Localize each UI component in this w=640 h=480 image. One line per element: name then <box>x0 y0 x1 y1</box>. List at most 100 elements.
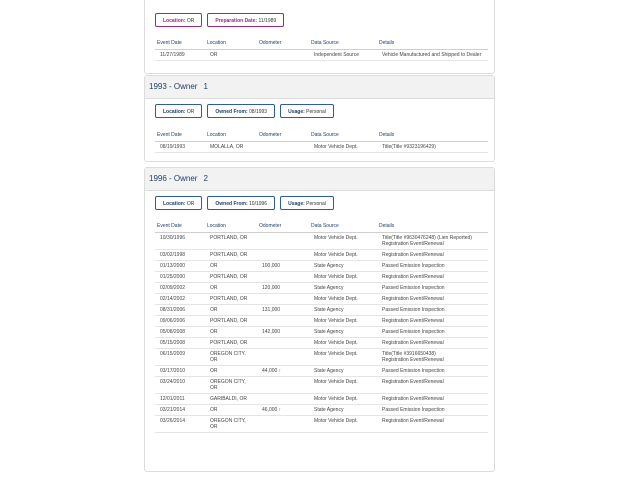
cell-odometer <box>257 49 309 61</box>
location-chip: Location: OR <box>155 104 203 118</box>
cell-details: Registration Event/Renewal <box>377 293 488 305</box>
cell-odometer <box>257 293 309 305</box>
cell-location: OREGON CITY, OR <box>205 415 257 433</box>
cell-data-source: Motor Vehicle Dept. <box>309 393 377 405</box>
table-row: 01/13/2000 OR 100,000 State Agency Passed Em… <box>155 260 488 272</box>
cell-details: Passed Emission Inspection <box>377 260 488 272</box>
table-row: 05/15/2008 PORTLAND, OR Motor Vehicle Dept… <box>155 337 488 349</box>
cell-event-date: 03/26/2014 <box>155 415 205 433</box>
cell-details: Passed Emission Inspection <box>377 365 488 377</box>
history-table: Event Date Location Odometer Data Source D… <box>155 129 488 153</box>
cell-odometer <box>257 348 309 366</box>
history-panel-manufacture: Location: OR Preparation Date: 11/1989 E… <box>144 0 495 74</box>
cell-location: OR <box>205 304 257 316</box>
table-row: 03/26/2014 OREGON CITY, OR Motor Vehicle D… <box>155 415 488 433</box>
cell-details: Passed Emission Inspection <box>377 326 488 338</box>
cell-data-source: State Agency <box>309 304 377 316</box>
cell-event-date: 01/25/2000 <box>155 271 205 283</box>
cell-location: OR <box>205 326 257 338</box>
cell-data-source: Motor Vehicle Dept. <box>309 293 377 305</box>
cell-odometer <box>257 337 309 349</box>
table-row: 03/24/2010 OREGON CITY, OR Motor Vehicle D… <box>155 376 488 394</box>
chip-row: Location: OR Owned From: 10/1996 Usage: … <box>155 196 334 210</box>
cell-data-source: State Agency <box>309 404 377 416</box>
cell-data-source: State Agency <box>309 282 377 294</box>
cell-odometer <box>257 376 309 394</box>
cell-data-source: Motor Vehicle Dept. <box>309 271 377 283</box>
history-table: Event Date Location Odometer Data Source D… <box>155 37 488 61</box>
cell-event-date: 09/06/2006 <box>155 315 205 327</box>
table-row: 09/06/2006 PORTLAND, OR Motor Vehicle Dept… <box>155 315 488 327</box>
cell-details: Title(Title #3916650438) Registration Ev… <box>377 348 488 366</box>
table-row: 08/31/2006 OR 131,000 State Agency Passed Em… <box>155 304 488 316</box>
cell-data-source: Independent Source <box>309 49 377 61</box>
cell-odometer <box>257 315 309 327</box>
cell-details: Registration Event/Renewal <box>377 337 488 349</box>
cell-location: PORTLAND, OR <box>205 293 257 305</box>
cell-odometer <box>257 249 309 261</box>
table-row: 02/14/2002 PORTLAND, OR Motor Vehicle Dept… <box>155 293 488 305</box>
cell-event-date: 05/15/2008 <box>155 337 205 349</box>
cell-event-date: 03/21/2014 <box>155 404 205 416</box>
cell-odometer <box>257 232 309 250</box>
location-chip: Location: OR <box>155 13 203 27</box>
cell-details: Registration Event/Renewal <box>377 415 488 433</box>
cell-event-date: 03/24/2010 <box>155 376 205 394</box>
chip-row: Location: OR Preparation Date: 11/1989 <box>155 13 285 27</box>
table-row: 12/01/2011 GARIBALDI, OR Motor Vehicle Dep… <box>155 393 488 405</box>
cell-data-source: Motor Vehicle Dept. <box>309 337 377 349</box>
cell-location: OREGON CITY, OR <box>205 376 257 394</box>
cell-event-date: 05/08/2008 <box>155 326 205 338</box>
cell-odometer: 46,000 ↑ <box>257 404 309 416</box>
cell-event-date: 02/14/2002 <box>155 293 205 305</box>
cell-details: Vehicle Manufactured and Shipped to Deal… <box>377 49 488 61</box>
cell-location: PORTLAND, OR <box>205 315 257 327</box>
cell-data-source: State Agency <box>309 260 377 272</box>
cell-event-date: 03/02/1998 <box>155 249 205 261</box>
table-row: 10/30/1996 PORTLAND, OR Motor Vehicle Dept… <box>155 232 488 250</box>
owned-from-chip: Owned From: 08/1993 <box>207 104 276 118</box>
cell-location: OR <box>205 49 257 61</box>
history-panel-owner-1: 1993 - Owner 1 Location: OR Owned From: 0… <box>144 75 495 162</box>
cell-odometer: 131,000 <box>257 304 309 316</box>
cell-location: PORTLAND, OR <box>205 271 257 283</box>
cell-odometer: 120,000 <box>257 282 309 294</box>
cell-details: Registration Event/Renewal <box>377 271 488 283</box>
table-row: 06/15/2009 OREGON CITY, OR Motor Vehicle D… <box>155 348 488 366</box>
cell-location: PORTLAND, OR <box>205 337 257 349</box>
cell-location: OR <box>205 282 257 294</box>
cell-details: Passed Emission Inspection <box>377 282 488 294</box>
cell-data-source: Motor Vehicle Dept. <box>309 249 377 261</box>
usage-chip: Usage: Personal <box>280 104 334 118</box>
cell-event-date: 02/09/2002 <box>155 282 205 294</box>
cell-details: Passed Emission Inspection <box>377 404 488 416</box>
owned-from-chip: Owned From: 10/1996 <box>207 196 276 210</box>
cell-location: GARIBALDI, OR <box>205 393 257 405</box>
cell-location: PORTLAND, OR <box>205 232 257 250</box>
cell-odometer <box>257 271 309 283</box>
cell-data-source: Motor Vehicle Dept. <box>309 376 377 394</box>
history-panel-owner-2: 1996 - Owner 2 Location: OR Owned From: 1… <box>144 167 495 472</box>
cell-details: Title(Title #9630476248) (Lien Reported)… <box>377 232 488 250</box>
cell-odometer <box>257 415 309 433</box>
table-row: 08/19/1993 MOLALLA, OR Motor Vehicle Dept.… <box>155 141 488 153</box>
cell-event-date: 01/13/2000 <box>155 260 205 272</box>
table-header: Event Date Location Odometer Data Source D… <box>155 220 488 233</box>
table-row: 02/09/2002 OR 120,000 State Agency Passed Em… <box>155 282 488 294</box>
cell-location: OR <box>205 365 257 377</box>
history-table: Event Date Location Odometer Data Source D… <box>155 220 488 433</box>
cell-data-source: Motor Vehicle Dept. <box>309 232 377 250</box>
cell-details: Registration Event/Renewal <box>377 315 488 327</box>
cell-details: Registration Event/Renewal <box>377 393 488 405</box>
cell-data-source: Motor Vehicle Dept. <box>309 415 377 433</box>
cell-details: Registration Event/Renewal <box>377 249 488 261</box>
cell-odometer: 100,000 <box>257 260 309 272</box>
cell-odometer: 142,000 <box>257 326 309 338</box>
cell-event-date: 10/30/1996 <box>155 232 205 250</box>
cell-odometer: 44,000 ↑ <box>257 365 309 377</box>
cell-details: Registration Event/Renewal <box>377 376 488 394</box>
owner-heading: 1996 - Owner 2 <box>145 168 494 191</box>
cell-details: Passed Emission Inspection <box>377 304 488 316</box>
usage-chip: Usage: Personal <box>280 196 334 210</box>
chip-row: Location: OR Owned From: 08/1993 Usage: … <box>155 104 334 118</box>
